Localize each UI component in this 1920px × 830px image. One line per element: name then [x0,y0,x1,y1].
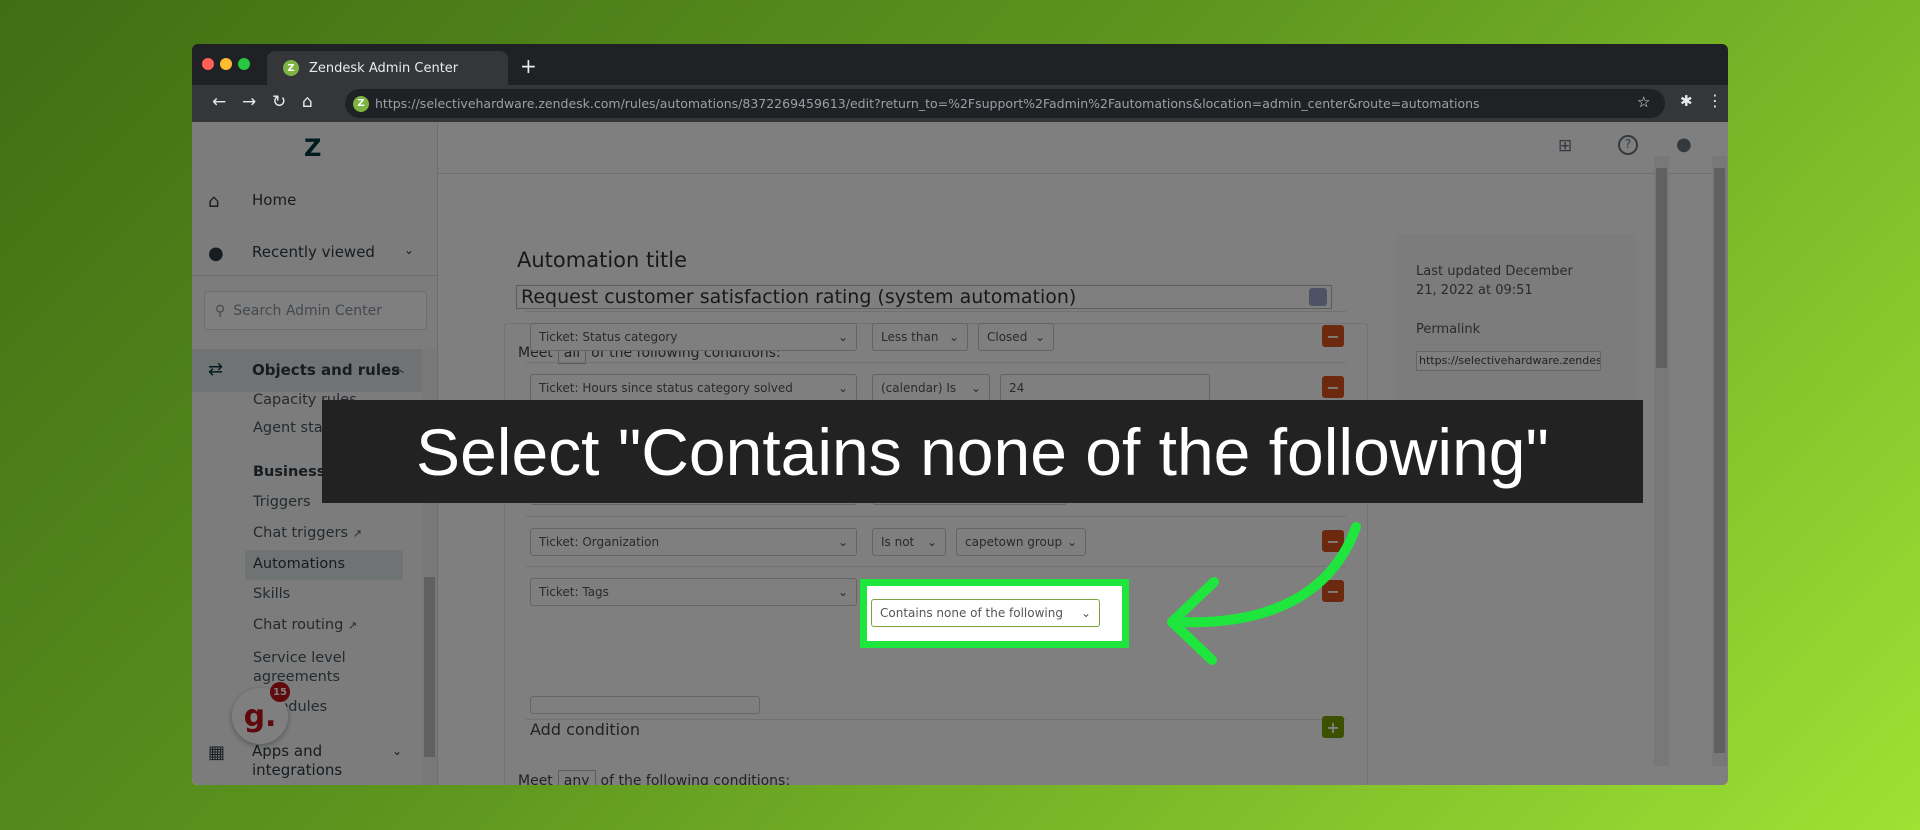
arrow-icon [1175,522,1361,628]
caption-banner: Select "Contains none of the following" [322,400,1643,503]
